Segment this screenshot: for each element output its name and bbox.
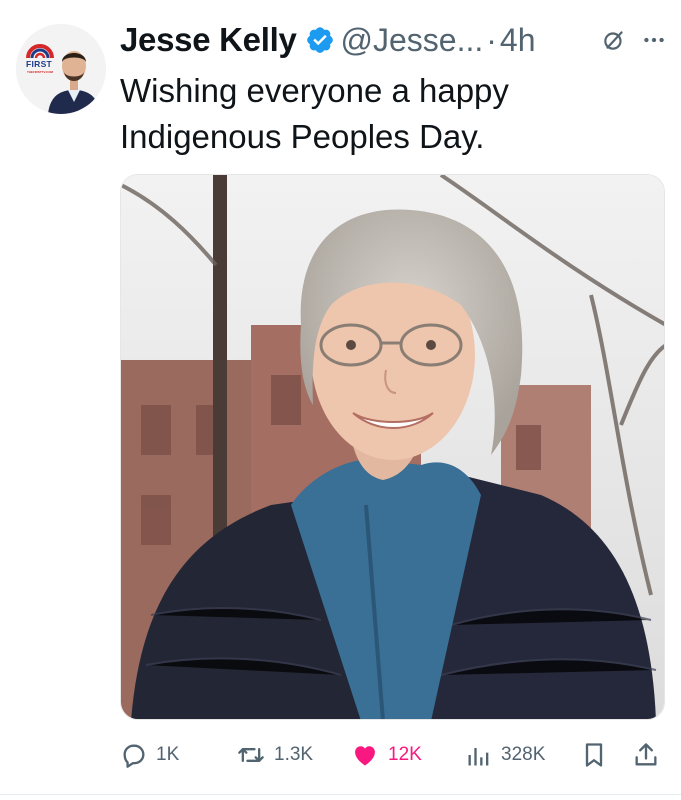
avatar-badge-text: FIRST [26,59,53,69]
share-button[interactable] [632,735,660,775]
retweet-icon [236,741,266,769]
tweet-time[interactable]: 4h [500,22,536,59]
tweet-photo[interactable] [120,174,665,720]
reply-icon [120,741,148,769]
views-count: 328K [501,744,546,765]
verified-badge-icon [305,25,335,55]
bookmark-icon [580,740,608,770]
share-icon [632,740,660,770]
bookmark-button[interactable] [580,735,608,775]
tweet-header: Jesse Kelly @Jesse... · 4h [120,18,667,62]
grok-icon[interactable] [601,27,627,53]
author-name[interactable]: Jesse Kelly [120,21,297,59]
repost-button[interactable]: 1.3K [236,735,313,775]
avatar-badge-url: THEFIRSTTV.COM [27,70,54,74]
reply-count: 1K [156,744,180,765]
avatar-image [16,24,106,114]
repost-count: 1.3K [274,744,314,765]
views-icon [465,741,493,769]
author-handle[interactable]: @Jesse... [341,22,484,59]
header-actions [601,27,667,53]
more-icon[interactable] [641,27,667,53]
tweet-text: Wishing everyone a happy Indigenous Peop… [120,72,509,155]
heart-icon [350,741,380,769]
like-button[interactable]: 12K [350,735,422,775]
like-count: 12K [388,744,422,765]
avatar[interactable]: FIRST THEFIRSTTV.COM [16,24,106,114]
bottom-divider [0,794,681,795]
tweet-actions: 1K 1.3K 12K 328K [120,735,665,775]
separator-dot: · [486,21,497,58]
views-button[interactable]: 328K [465,735,545,775]
reply-button[interactable]: 1K [120,735,179,775]
